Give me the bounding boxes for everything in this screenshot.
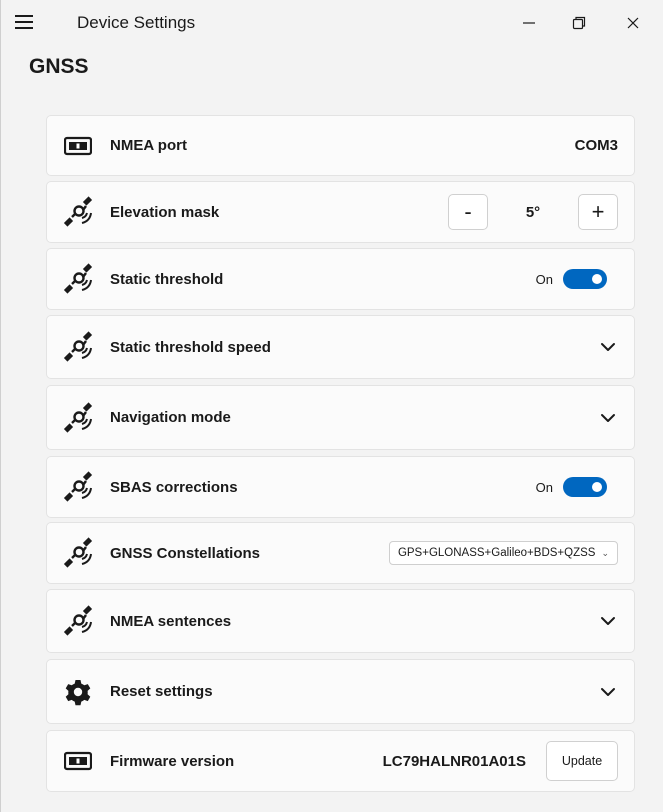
setting-label: NMEA port <box>110 137 187 154</box>
toggle-state-label: On <box>535 479 553 495</box>
window-title: Device Settings <box>77 13 196 32</box>
setting-label: GNSS Constellations <box>110 544 261 562</box>
minimize-button[interactable] <box>509 8 549 38</box>
minimize-icon <box>523 22 535 24</box>
satellite-icon <box>61 604 95 638</box>
maximize-button[interactable] <box>559 8 599 38</box>
setting-label: Static threshold <box>110 270 224 288</box>
setting-nmea-port: NMEA port COM3 <box>46 115 635 176</box>
device-settings-window: Device Settings GNSS NMEA port COM3 Elev… <box>0 0 663 812</box>
setting-nmea-sentences[interactable]: NMEA sentences <box>46 589 635 653</box>
setting-label: SBAS corrections <box>110 478 238 496</box>
close-button[interactable] <box>613 8 653 38</box>
setting-reset-settings[interactable]: Reset settings <box>46 659 635 724</box>
setting-label: Elevation mask <box>110 203 220 221</box>
chevron-down-icon: ⌄ <box>601 547 609 558</box>
sbas-corrections-toggle[interactable] <box>563 477 607 497</box>
chevron-down-icon[interactable] <box>598 408 618 428</box>
setting-elevation-mask: Elevation mask - 5° + <box>46 181 635 243</box>
firmware-version-value: LC79HALNR01A01S <box>382 752 526 770</box>
setting-static-threshold: Static threshold On <box>46 248 635 310</box>
serial-port-icon <box>61 129 95 163</box>
hamburger-menu-icon[interactable] <box>13 12 37 32</box>
satellite-icon <box>61 401 95 435</box>
setting-navigation-mode[interactable]: Navigation mode <box>46 385 635 450</box>
chevron-down-icon[interactable] <box>598 337 618 357</box>
title-bar: Device Settings <box>1 0 663 46</box>
increment-button[interactable]: + <box>578 194 618 230</box>
setting-label: Static threshold speed <box>110 338 271 356</box>
satellite-icon <box>61 470 95 504</box>
satellite-icon <box>61 536 95 570</box>
setting-label: Reset settings <box>110 683 213 700</box>
update-button[interactable]: Update <box>546 741 618 781</box>
satellite-icon <box>61 195 95 229</box>
static-threshold-toggle[interactable] <box>563 269 607 289</box>
setting-static-threshold-speed[interactable]: Static threshold speed <box>46 315 635 379</box>
chevron-down-icon[interactable] <box>598 611 618 631</box>
setting-label: Firmware version <box>110 752 235 770</box>
serial-port-icon <box>61 744 95 778</box>
chevron-down-icon[interactable] <box>598 682 618 702</box>
selected-value: GPS+GLONASS+Galileo+BDS+QZSS <box>397 547 596 559</box>
gnss-constellations-select[interactable]: GPS+GLONASS+Galileo+BDS+QZSS ⌄ <box>388 541 618 565</box>
setting-sbas-corrections: SBAS corrections On <box>46 456 635 518</box>
toggle-state-label: On <box>535 271 553 287</box>
restore-icon <box>572 16 586 30</box>
decrement-button[interactable]: - <box>448 194 488 230</box>
satellite-icon <box>61 330 95 364</box>
elevation-mask-value: 5° <box>525 203 541 221</box>
setting-label: NMEA sentences <box>110 612 232 630</box>
page-title: GNSS <box>29 55 89 78</box>
nmea-port-value: COM3 <box>574 137 618 154</box>
setting-label: Navigation mode <box>110 409 231 426</box>
gear-icon <box>61 675 95 709</box>
setting-firmware-version: Firmware version LC79HALNR01A01S Update <box>46 730 635 792</box>
setting-gnss-constellations: GNSS Constellations GPS+GLONASS+Galileo+… <box>46 522 635 584</box>
close-icon <box>627 17 639 29</box>
satellite-icon <box>61 262 95 296</box>
